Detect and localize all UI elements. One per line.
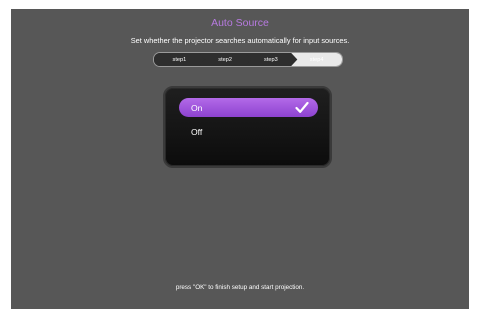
setup-stepper: step1 step2 step3 step4 [153, 52, 343, 67]
option-off[interactable]: Off [179, 122, 318, 141]
page-subtitle: Set whether the projector searches autom… [130, 36, 350, 45]
checkmark-icon [295, 101, 309, 113]
option-panel: On Off [163, 86, 332, 168]
step-1: step1 [154, 53, 205, 66]
option-on[interactable]: On [179, 98, 318, 117]
setup-screen: Auto Source Set whether the projector se… [11, 9, 469, 309]
page-title: Auto Source [211, 17, 269, 29]
step-3: step3 [245, 53, 297, 66]
step-2: step2 [199, 53, 251, 66]
option-off-label: Off [191, 126, 203, 137]
step-4: step4 [291, 53, 342, 66]
option-on-label: On [191, 102, 203, 113]
footer-hint: press "OK" to finish setup and start pro… [175, 284, 305, 291]
